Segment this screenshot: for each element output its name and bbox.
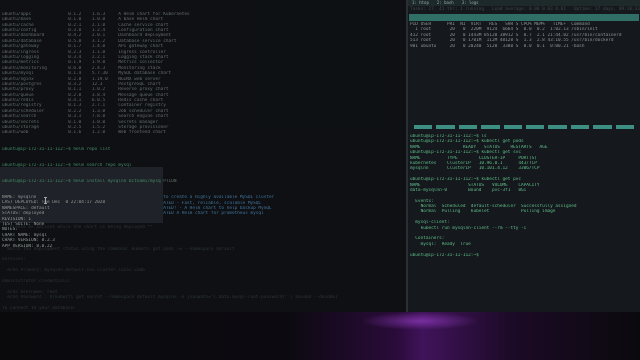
prompt-line: ubuntu@ip-172-31-11-112:~$ helm repo lis… — [2, 146, 111, 152]
meter-segment — [436, 125, 455, 129]
taskbar-glow — [360, 312, 480, 330]
desktop-screen: ubuntu/apps 0.1.2 1.6.3 A Helm chart for… — [0, 0, 640, 360]
helm-notes: ** Please be patient while the chart is … — [0, 224, 406, 312]
text-cursor-icon — [44, 197, 47, 204]
cpu-meter-bar — [408, 125, 640, 129]
meter-segment — [481, 125, 500, 129]
tab-3[interactable]: 3: logs — [458, 0, 483, 6]
selected-release-output[interactable]: ubuntu@ip-172-31-11-112:~$ helm install … — [0, 167, 163, 249]
meter-segment — [414, 125, 433, 129]
process-list: PID USER PRI NI VIRT RES SHR S CPU% MEM%… — [408, 21, 640, 123]
htop-header: Tasks: 27, 41 thr; 1 running Load averag… — [410, 7, 640, 12]
tab-1[interactable]: 1: htop — [408, 0, 433, 6]
install-prompt: ubuntu@ip-172-31-11-112:~$ helm install … — [2, 178, 161, 184]
process-table-header — [409, 14, 639, 21]
helm-repo-listing: ubuntu/apps 0.1.2 1.6.3 A Helm chart for… — [2, 12, 404, 136]
meter-segment — [570, 125, 590, 129]
right-terminal-pane[interactable]: 1: htop 2: bash 3: logs Tasks: 27, 41 thr;… — [408, 0, 640, 312]
desktop-taskbar — [0, 312, 640, 360]
meter-segment — [615, 125, 635, 129]
terminal-line: ubuntu/web 0.1.6 1.2.0 Web frontend char… — [2, 130, 166, 136]
tab-2[interactable]: 2: bash — [433, 0, 458, 6]
meter-segment — [548, 125, 567, 129]
right-terminal-output: ubuntu@ip-172-31-11-112:~$ ls ubuntu@ip-1… — [408, 133, 640, 259]
meter-segment — [458, 125, 478, 129]
meter-segment — [503, 125, 523, 129]
terminal-line: ubuntu@ip-172-31-11-112:~$ — [410, 252, 479, 258]
terminal-line: 513 root 20 0 1701M 112M 48128 S 1.3 2.8… — [410, 38, 614, 44]
meter-segment — [526, 125, 545, 129]
meter-segment — [593, 125, 612, 129]
terminal-line: 901 ubuntu 20 0 20240 5120 3380 S 0.0 0.… — [410, 43, 585, 49]
